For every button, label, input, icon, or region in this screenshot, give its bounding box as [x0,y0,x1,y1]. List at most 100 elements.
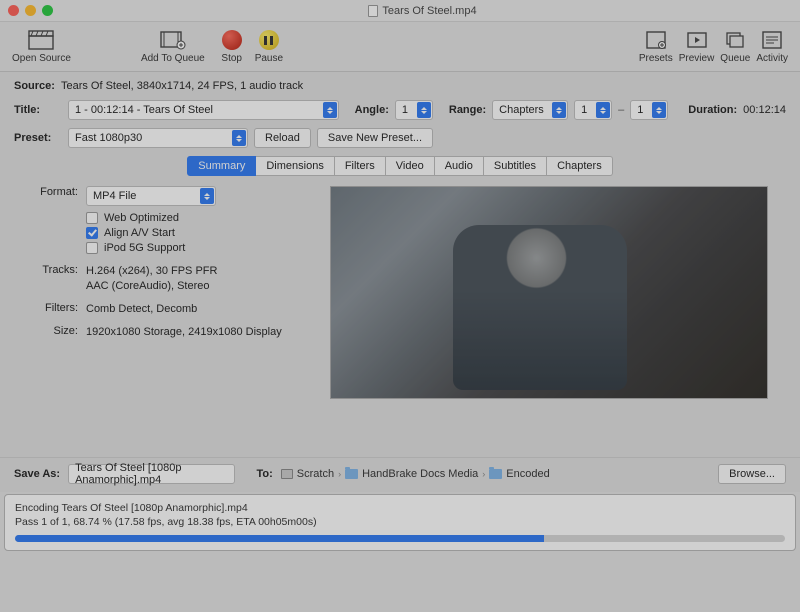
minimize-window-button[interactable] [25,5,36,16]
tab-summary[interactable]: Summary [187,156,256,176]
reload-label: Reload [265,132,300,144]
align-av-checkbox[interactable]: Align A/V Start [86,227,312,239]
title-select[interactable]: 1 - 00:12:14 - Tears Of Steel [68,100,339,120]
activity-button[interactable]: Activity [756,29,788,64]
presets-label: Presets [639,53,673,64]
angle-select[interactable]: 1 [395,100,433,120]
pause-icon [256,29,282,51]
filters-label: Filters: [32,302,78,317]
web-optimized-checkbox[interactable]: Web Optimized [86,212,312,224]
source-value: Tears Of Steel, 3840x1714, 24 FPS, 1 aud… [61,80,303,92]
preset-value: Fast 1080p30 [75,132,142,144]
content-area: Source: Tears Of Steel, 3840x1714, 24 FP… [0,72,800,457]
save-as-row: Save As: Tears Of Steel [1080p Anamorphi… [0,457,800,492]
pause-label: Pause [255,53,283,64]
angle-label: Angle: [355,104,389,116]
ipod-label: iPod 5G Support [104,242,185,254]
breadcrumb-0: Scratch [297,468,334,480]
zoom-window-button[interactable] [42,5,53,16]
range-type-value: Chapters [499,104,544,116]
add-to-queue-label: Add To Queue [141,53,205,64]
film-add-icon [160,29,186,51]
chevron-right-icon: › [482,469,485,479]
summary-left-column: Format: MP4 File Web Optimized Align A/V… [32,186,312,399]
queue-button[interactable]: Queue [720,29,750,64]
reload-button[interactable]: Reload [254,128,311,148]
size-value: 1920x1080 Storage, 2419x1080 Display [86,325,312,340]
destination-breadcrumb[interactable]: Scratch › HandBrake Docs Media › Encoded [281,468,550,480]
add-to-queue-button[interactable]: Add To Queue [141,29,205,64]
source-label: Source: [14,80,55,92]
angle-value: 1 [402,104,408,116]
title-select-value: 1 - 00:12:14 - Tears Of Steel [75,104,213,116]
window-title: Tears Of Steel.mp4 [53,5,792,17]
stop-button[interactable]: Stop [219,29,245,64]
open-source-label: Open Source [12,53,71,64]
size-label: Size: [32,325,78,340]
save-new-preset-button[interactable]: Save New Preset... [317,128,433,148]
window-title-text: Tears Of Steel.mp4 [382,5,476,17]
web-optimized-label: Web Optimized [104,212,179,224]
status-line-1: Encoding Tears Of Steel [1080p Anamorphi… [15,501,785,515]
preview-button[interactable]: Preview [679,29,715,64]
filters-value: Comb Detect, Decomb [86,302,312,317]
format-select[interactable]: MP4 File [86,186,216,206]
tab-audio[interactable]: Audio [435,156,484,176]
window-titlebar: Tears Of Steel.mp4 [0,0,800,22]
range-from-select[interactable]: 1 [574,100,612,120]
tab-subtitles[interactable]: Subtitles [484,156,547,176]
tab-chapters[interactable]: Chapters [547,156,613,176]
activity-label: Activity [756,53,788,64]
chevron-right-icon: › [338,469,341,479]
range-type-select[interactable]: Chapters [492,100,568,120]
status-panel: Encoding Tears Of Steel [1080p Anamorphi… [4,494,796,551]
preset-label: Preset: [14,132,62,144]
folder-icon [345,469,358,479]
align-av-label: Align A/V Start [104,227,175,239]
save-as-label: Save As: [14,468,60,480]
tab-video[interactable]: Video [386,156,435,176]
presets-icon [643,29,669,51]
format-label: Format: [32,186,78,206]
source-row: Source: Tears Of Steel, 3840x1714, 24 FP… [14,80,786,92]
preview-image [453,225,627,390]
main-toolbar: Open Source Add To Queue Stop Pause Pres… [0,22,800,72]
close-window-button[interactable] [8,5,19,16]
save-as-input[interactable]: Tears Of Steel [1080p Anamorphic].mp4 [68,464,234,484]
breadcrumb-2: Encoded [506,468,549,480]
range-label: Range: [449,104,486,116]
tab-bar: Summary Dimensions Filters Video Audio S… [14,156,786,176]
presets-button[interactable]: Presets [639,29,673,64]
range-from-value: 1 [581,104,587,116]
browse-button[interactable]: Browse... [718,464,786,484]
open-source-button[interactable]: Open Source [12,29,71,64]
stop-label: Stop [221,53,242,64]
preset-row: Preset: Fast 1080p30 Reload Save New Pre… [14,128,786,148]
tracks-value: H.264 (x264), 30 FPS PFR AAC (CoreAudio)… [86,264,312,294]
stop-icon [219,29,245,51]
pause-button[interactable]: Pause [255,29,283,64]
clapperboard-icon [28,29,54,51]
breadcrumb-1: HandBrake Docs Media [362,468,478,480]
checkbox-icon [86,242,98,254]
title-label: Title: [14,104,62,116]
ipod-checkbox[interactable]: iPod 5G Support [86,242,312,254]
duration-value: 00:12:14 [743,104,786,116]
window-controls [8,5,53,16]
tab-dimensions[interactable]: Dimensions [256,156,334,176]
preset-select[interactable]: Fast 1080p30 [68,128,248,148]
to-label: To: [257,468,273,480]
tracks-label: Tracks: [32,264,78,294]
folder-icon [489,469,502,479]
status-line-2: Pass 1 of 1, 68.74 % (17.58 fps, avg 18.… [15,515,785,529]
range-to-value: 1 [637,104,643,116]
save-new-preset-label: Save New Preset... [328,132,422,144]
queue-label: Queue [720,53,750,64]
video-preview[interactable] [330,186,768,399]
title-row: Title: 1 - 00:12:14 - Tears Of Steel Ang… [14,100,786,120]
tab-filters[interactable]: Filters [335,156,386,176]
checkbox-checked-icon [86,227,98,239]
drive-icon [281,469,293,479]
preview-icon [684,29,710,51]
range-to-select[interactable]: 1 [630,100,668,120]
